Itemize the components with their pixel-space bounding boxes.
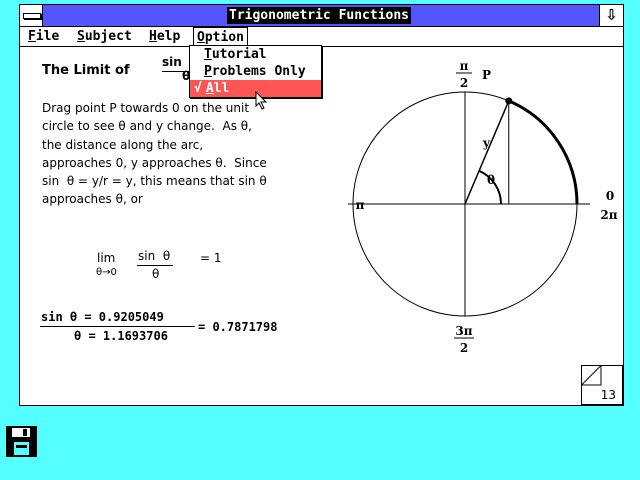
label-pi-over-2-num: π [460,59,469,73]
unit-circle-diagram[interactable]: P π 2 π 0 2π y θ 3π 2 [310,47,623,357]
label-pi-over-2-den: 2 [460,76,468,90]
computation-result: = 0.7871798 [198,320,278,334]
computation-numerator: sin θ = 0.9205049 [41,310,164,324]
checkmark-icon: √ [194,81,202,96]
maximize-button[interactable]: ⇩ [599,5,623,26]
menu-item-tutorial[interactable]: Tutorial [190,46,321,63]
paragraph-line: the distance along the arc, [42,137,204,152]
limit-subscript: θ→0 [96,267,117,278]
label-zero: 0 [606,189,614,203]
window-shadow [19,403,622,406]
paragraph-line: circle to see θ and y change. As θ, [42,119,252,134]
point-p-label: P [482,68,491,82]
lesson-paragraph: Drag point P towards 0 on the unit circl… [42,99,302,209]
title-bar[interactable]: Trigonometric Functions ⇩ [20,5,623,27]
computation-fraction-rule [40,326,195,327]
menu-file[interactable]: File [28,27,59,46]
mouse-pointer-icon [255,91,268,110]
paragraph-line: approaches θ, or [42,192,143,207]
theta-label: θ [487,173,495,187]
paragraph-line: sin θ = y/r = y, this means that sin θ [42,174,267,189]
page-number: 13 [600,388,616,402]
menu-help[interactable]: Help [149,27,180,46]
menu-item-problems-only[interactable]: Problems Only [190,63,321,80]
floppy-disk-icon[interactable] [6,426,37,457]
menu-bar: File Subject Help Option [20,27,623,47]
system-menu-button[interactable] [20,5,43,26]
limit-numerator: sin θ [138,249,171,263]
limit-fraction-rule [137,265,173,266]
maximize-arrow-icon: ⇩ [605,6,618,24]
menu-option[interactable]: Option [193,27,248,46]
limit-denominator: θ [152,267,160,281]
menu-subject[interactable]: Subject [77,27,132,46]
label-3pi-over-2-num: 3π [455,324,472,338]
limit-result: = 1 [200,251,222,265]
heading-fraction: sin θ [162,55,202,83]
lesson-content: The Limit of sin θ Drag point P towards … [20,47,623,405]
page-turn-corner[interactable]: 13 [581,365,623,405]
paragraph-line: approaches 0, y approaches θ. Since [42,155,267,170]
label-pi: π [356,198,365,212]
heading-fraction-numerator: sin [162,55,182,69]
window-title: Trigonometric Functions [227,7,412,24]
arc-theta [508,99,579,205]
radius-line [464,100,510,205]
label-two-pi: 2π [600,208,617,222]
system-menu-icon [23,13,41,19]
label-3pi-over-2-den: 2 [460,341,468,355]
lesson-heading: The Limit of [42,63,130,78]
limit-lim: lim [97,251,116,265]
point-p-handle[interactable] [505,97,513,105]
y-label: y [482,136,491,150]
computation-denominator: θ = 1.1693706 [74,329,168,343]
